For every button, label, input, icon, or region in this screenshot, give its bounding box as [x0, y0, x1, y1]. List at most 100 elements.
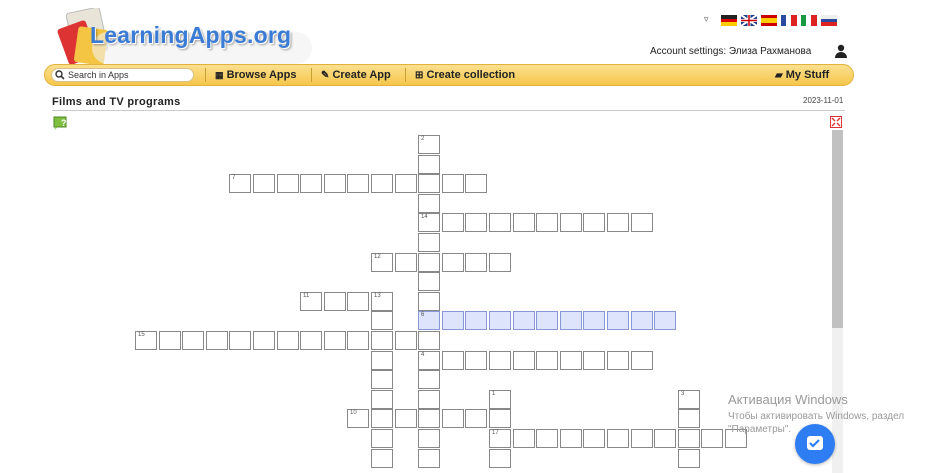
crossword-cell[interactable] — [253, 174, 275, 193]
crossword-cell[interactable] — [371, 409, 393, 428]
flag-es-icon[interactable] — [761, 15, 777, 26]
crossword-cell[interactable] — [347, 292, 369, 311]
crossword-cell[interactable] — [371, 311, 393, 330]
chat-button[interactable] — [795, 424, 835, 464]
crossword-cell[interactable]: 14 — [418, 213, 440, 232]
crossword-cell[interactable] — [229, 331, 251, 350]
crossword-cell[interactable] — [465, 311, 487, 330]
crossword-cell[interactable] — [300, 331, 322, 350]
crossword-cell[interactable] — [678, 449, 700, 468]
scrollbar-thumb[interactable] — [832, 130, 843, 328]
user-icon[interactable] — [834, 44, 848, 58]
crossword-cell[interactable] — [489, 213, 511, 232]
crossword-cell[interactable]: 11 — [300, 292, 322, 311]
crossword-cell[interactable] — [631, 351, 653, 370]
crossword-cell[interactable] — [206, 331, 228, 350]
crossword-cell[interactable] — [418, 174, 440, 193]
crossword-cell[interactable] — [513, 429, 535, 448]
flag-de-icon[interactable] — [721, 15, 737, 26]
crossword-cell[interactable]: 2 — [418, 135, 440, 154]
help-icon[interactable]: ? — [53, 116, 69, 130]
crossword-cell[interactable] — [513, 311, 535, 330]
crossword-cell[interactable] — [631, 311, 653, 330]
crossword-cell[interactable] — [489, 409, 511, 428]
crossword-cell[interactable] — [489, 253, 511, 272]
crossword-cell[interactable]: 6 — [418, 311, 440, 330]
crossword-cell[interactable] — [607, 213, 629, 232]
crossword-cell[interactable] — [159, 331, 181, 350]
crossword-cell[interactable] — [418, 292, 440, 311]
crossword-cell[interactable] — [418, 449, 440, 468]
crossword-cell[interactable] — [418, 253, 440, 272]
crossword-cell[interactable] — [253, 331, 275, 350]
crossword-cell[interactable] — [347, 174, 369, 193]
browse-apps-button[interactable]: ▦ Browse Apps — [215, 69, 296, 81]
crossword-cell[interactable] — [536, 429, 558, 448]
flag-it-icon[interactable] — [801, 15, 817, 26]
crossword-cell[interactable] — [371, 370, 393, 389]
crossword-cell[interactable] — [418, 429, 440, 448]
crossword-cell[interactable] — [371, 429, 393, 448]
crossword-cell[interactable] — [442, 409, 464, 428]
crossword-cell[interactable] — [395, 253, 417, 272]
crossword-cell[interactable] — [300, 174, 322, 193]
create-app-button[interactable]: ✎ Create App — [321, 69, 391, 81]
crossword-cell[interactable] — [371, 449, 393, 468]
crossword-cell[interactable]: 15 — [135, 331, 157, 350]
crossword-cell[interactable] — [182, 331, 204, 350]
crossword-cell[interactable] — [418, 194, 440, 213]
crossword-cell[interactable] — [560, 429, 582, 448]
crossword-cell[interactable]: 3 — [678, 390, 700, 409]
fullscreen-icon[interactable] — [830, 116, 842, 128]
crossword-cell[interactable] — [418, 331, 440, 350]
crossword-cell[interactable] — [418, 370, 440, 389]
crossword-cell[interactable] — [607, 429, 629, 448]
crossword-cell[interactable] — [277, 331, 299, 350]
crossword-cell[interactable] — [560, 311, 582, 330]
account-settings-link[interactable]: Account settings: Элиза Рахманова — [650, 46, 811, 57]
crossword-cell[interactable] — [371, 351, 393, 370]
crossword-cell[interactable] — [442, 213, 464, 232]
crossword-cell[interactable] — [395, 331, 417, 350]
crossword-cell[interactable] — [465, 351, 487, 370]
crossword-cell[interactable] — [560, 351, 582, 370]
crossword-cell[interactable] — [607, 351, 629, 370]
crossword-cell[interactable] — [371, 390, 393, 409]
crossword-cell[interactable] — [347, 331, 369, 350]
search-input[interactable]: Search in Apps — [51, 68, 194, 82]
my-stuff-button[interactable]: ▰ My Stuff — [775, 69, 829, 81]
crossword-cell[interactable]: 4 — [418, 351, 440, 370]
crossword-cell[interactable] — [536, 351, 558, 370]
crossword-cell[interactable] — [536, 213, 558, 232]
crossword-cell[interactable]: 10 — [347, 409, 369, 428]
flag-ru-icon[interactable] — [821, 15, 837, 26]
flag-uk-icon[interactable] — [741, 15, 757, 26]
crossword-cell[interactable] — [631, 213, 653, 232]
crossword-cell[interactable] — [654, 311, 676, 330]
crossword-cell[interactable] — [465, 409, 487, 428]
crossword-cell[interactable] — [442, 253, 464, 272]
crossword-cell[interactable] — [418, 409, 440, 428]
crossword-cell[interactable] — [465, 253, 487, 272]
crossword-cell[interactable] — [560, 213, 582, 232]
crossword-cell[interactable]: 17 — [489, 429, 511, 448]
crossword-cell[interactable] — [678, 429, 700, 448]
crossword-cell[interactable] — [513, 213, 535, 232]
crossword-cell[interactable] — [465, 213, 487, 232]
crossword-cell[interactable]: 12 — [371, 253, 393, 272]
crossword-cell[interactable] — [418, 233, 440, 252]
crossword-cell[interactable]: 7 — [229, 174, 251, 193]
crossword-cell[interactable] — [513, 351, 535, 370]
crossword-cell[interactable] — [324, 174, 346, 193]
crossword-cell[interactable] — [465, 174, 487, 193]
flag-fr-icon[interactable] — [781, 15, 797, 26]
crossword-cell[interactable] — [418, 155, 440, 174]
crossword-cell[interactable] — [583, 351, 605, 370]
crossword-cell[interactable] — [418, 390, 440, 409]
crossword-cell[interactable] — [489, 351, 511, 370]
crossword-cell[interactable] — [442, 311, 464, 330]
crossword-cell[interactable] — [701, 429, 723, 448]
create-collection-button[interactable]: ⊞ Create collection — [415, 69, 515, 81]
crossword-cell[interactable]: 1 — [489, 390, 511, 409]
crossword-cell[interactable] — [607, 311, 629, 330]
